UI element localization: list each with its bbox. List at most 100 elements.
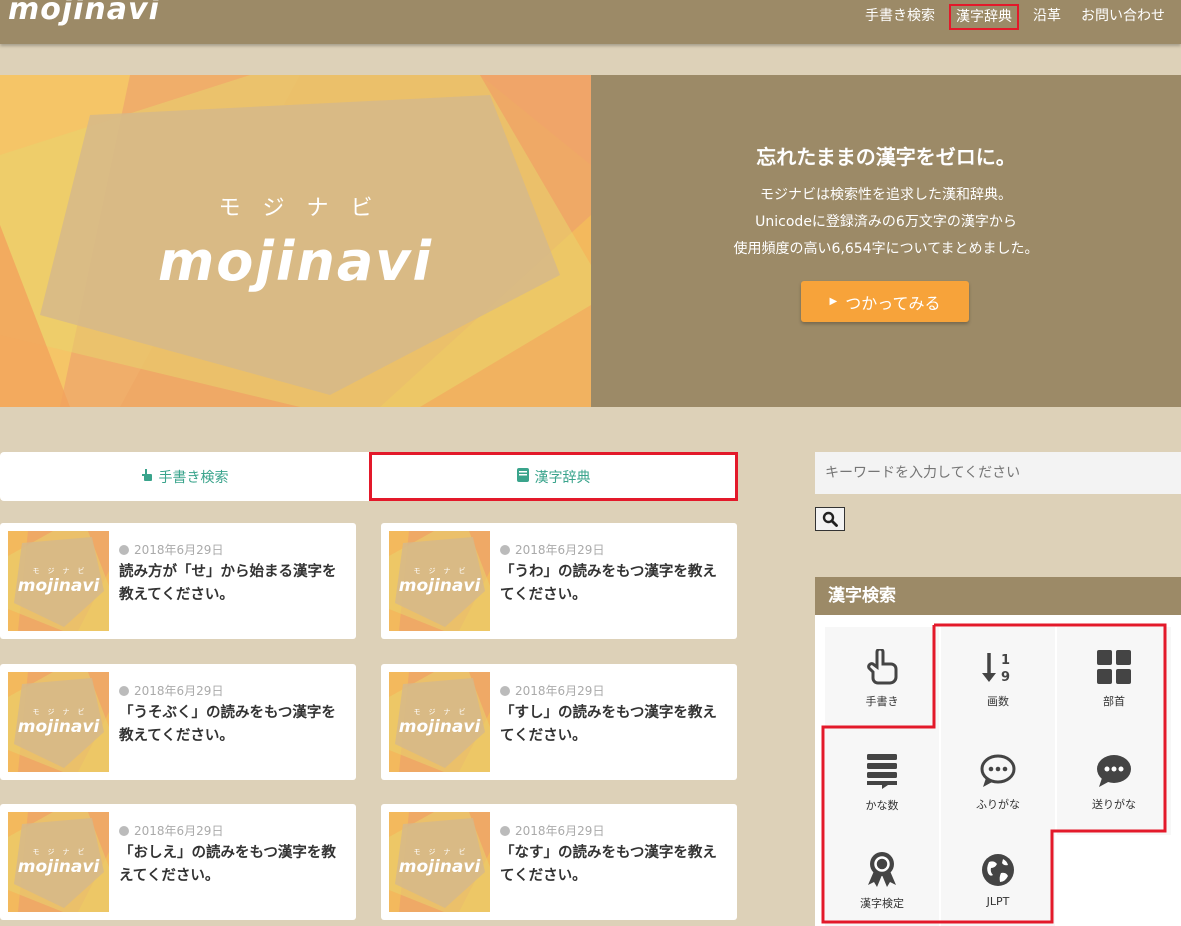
article-date: 2018年6月29日 <box>500 682 604 699</box>
kanji-search-widget: 手書き 1 9 画数 部首 かな数 ふりがな 送りがな 漢字検定 JLPT <box>815 615 1181 926</box>
pointing-hand-icon <box>867 649 898 685</box>
kanji-search-label: 送りがな <box>1092 798 1136 811</box>
article-date-text: 2018年6月29日 <box>515 543 605 557</box>
nav-kanji-dictionary[interactable]: 漢字辞典 <box>949 4 1019 30</box>
article-date-text: 2018年6月29日 <box>134 543 224 557</box>
kanji-search-kana-count-button[interactable]: かな数 <box>825 731 939 835</box>
thumb-kana: モジナビ <box>413 848 474 856</box>
svg-text:9: 9 <box>1001 670 1010 685</box>
kanji-search-label: 部首 <box>1103 695 1125 708</box>
article-date: 2018年6月29日 <box>500 541 604 558</box>
keyword-search-input[interactable] <box>815 452 1181 494</box>
thumb-kana: モジナビ <box>413 567 474 575</box>
play-triangle-icon: ▶ <box>829 296 838 307</box>
clock-icon <box>119 544 129 555</box>
hero-kana: モジナビ <box>218 195 395 221</box>
thumb-kana: モジナビ <box>32 708 93 716</box>
article-thumbnail: モジナビ mojinavi <box>8 812 109 912</box>
book-icon <box>516 467 529 486</box>
grid-icon <box>1097 650 1131 684</box>
thumb-kana: モジナビ <box>32 567 93 575</box>
clock-icon <box>500 685 510 696</box>
article-thumbnail: モジナビ mojinavi <box>389 672 490 772</box>
article-date: 2018年6月29日 <box>500 822 604 839</box>
thumb-logo: mojinavi <box>398 717 481 737</box>
clock-icon <box>119 685 129 696</box>
article-date-text: 2018年6月29日 <box>515 824 605 838</box>
article-card[interactable]: モジナビ mojinavi 2018年6月29日「すし」の読みをもつ漢字を教えてくだ… <box>381 664 737 780</box>
nav-contact[interactable]: お問い合わせ <box>1075 4 1171 30</box>
site-logo[interactable]: mojinavi <box>8 0 160 27</box>
clock-icon <box>500 544 510 555</box>
article-date-text: 2018年6月29日 <box>134 684 224 698</box>
article-thumbnail: モジナビ mojinavi <box>8 531 109 631</box>
hero-desc-line: 使用頻度の高い6,654字についてまとめました。 <box>733 241 1039 257</box>
speech-bubble-dots-icon <box>980 754 1016 787</box>
kanji-search-radical-button[interactable]: 部首 <box>1057 627 1171 731</box>
article-card[interactable]: モジナビ mojinavi 2018年6月29日「なす」の読みをもつ漢字を教えてくだ… <box>381 804 737 920</box>
article-card[interactable]: モジナビ mojinavi 2018年6月29日読み方が「せ」から始まる漢字を教えて… <box>0 523 356 639</box>
kanji-search-stroke-count-button[interactable]: 1 9 画数 <box>941 627 1055 731</box>
clock-icon <box>500 825 510 836</box>
search-icon <box>822 511 838 527</box>
hero-description: モジナビは検索性を追求した漢和辞典。 Unicodeに登録済みの6万文字の漢字か… <box>591 182 1181 263</box>
nav-handwriting-search[interactable]: 手書き検索 <box>859 4 941 30</box>
try-it-label: つかってみる <box>845 293 941 313</box>
kanji-search-furigana-button[interactable]: ふりがな <box>941 731 1055 835</box>
kanji-search-okurigana-button[interactable]: 送りがな <box>1057 731 1171 835</box>
svg-text:1: 1 <box>1001 653 1010 668</box>
hero-logo: mojinavi <box>158 229 433 293</box>
kanji-search-widget-title: 漢字検索 <box>815 577 1181 615</box>
content-tabs: 手書き検索 漢字辞典 <box>0 452 738 501</box>
kanji-search-jlpt-button[interactable]: JLPT <box>941 835 1055 926</box>
article-date: 2018年6月29日 <box>119 682 223 699</box>
article-title[interactable]: 「おしえ」の読みをもつ漢字を教えてください。 <box>119 842 349 888</box>
thumb-logo: mojinavi <box>17 576 100 596</box>
kanji-search-kanji-test-button[interactable]: 漢字検定 <box>825 835 939 926</box>
thumb-logo: mojinavi <box>398 576 481 596</box>
article-card[interactable]: モジナビ mojinavi 2018年6月29日「うそぶく」の読みをもつ漢字を教えて… <box>0 664 356 780</box>
hero-title: 忘れたままの漢字をゼロに。 <box>756 145 1016 169</box>
article-thumbnail: モジナビ mojinavi <box>389 812 490 912</box>
thumb-logo: mojinavi <box>398 857 481 877</box>
article-thumbnail: モジナビ mojinavi <box>8 672 109 772</box>
article-title[interactable]: 読み方が「せ」から始まる漢字を教えてください。 <box>119 561 349 607</box>
hero-logo-block: モジナビ mojinavi <box>0 75 591 407</box>
main-nav: 手書き検索 漢字辞典 沿革 お問い合わせ <box>851 4 1171 30</box>
kanji-search-handwriting-button[interactable]: 手書き <box>825 627 939 731</box>
nav-history[interactable]: 沿革 <box>1027 4 1067 30</box>
thumb-kana: モジナビ <box>413 708 474 716</box>
article-date-text: 2018年6月29日 <box>134 824 224 838</box>
sort-numeric-icon: 1 9 <box>982 653 1010 685</box>
tab-handwriting-search[interactable]: 手書き検索 <box>0 452 369 501</box>
kanji-search-label: 画数 <box>987 695 1009 708</box>
thumb-kana: モジナビ <box>32 848 93 856</box>
kanji-search-label: JLPT <box>986 895 1010 908</box>
article-title[interactable]: 「うそぶく」の読みをもつ漢字を教えてください。 <box>119 702 349 748</box>
clock-icon <box>119 825 129 836</box>
article-card[interactable]: モジナビ mojinavi 2018年6月29日「うわ」の読みをもつ漢字を教えてくだ… <box>381 523 737 639</box>
hero-intro: 忘れたままの漢字をゼロに。 モジナビは検索性を追求した漢和辞典。 Unicode… <box>591 75 1181 407</box>
article-title[interactable]: 「うわ」の読みをもつ漢字を教えてください。 <box>500 561 730 607</box>
kanji-search-label: ふりがな <box>976 798 1020 811</box>
article-date-text: 2018年6月29日 <box>515 684 605 698</box>
kanji-search-label: 漢字検定 <box>860 896 904 910</box>
tab-label: 漢字辞典 <box>534 469 591 486</box>
search-button[interactable] <box>815 507 845 531</box>
hero-desc-line: モジナビは検索性を追求した漢和辞典。 <box>760 187 1012 203</box>
kanji-search-label: かな数 <box>865 799 899 812</box>
article-title[interactable]: 「なす」の読みをもつ漢字を教えてください。 <box>500 842 730 888</box>
kanji-search-label: 手書き <box>865 695 899 708</box>
speech-bubble-dots-solid-icon <box>1097 755 1131 787</box>
article-thumbnail: モジナビ mojinavi <box>389 531 490 631</box>
thumb-logo: mojinavi <box>17 717 100 737</box>
try-it-button[interactable]: ▶ つかってみる <box>801 281 969 322</box>
tab-kanji-dictionary[interactable]: 漢字辞典 <box>369 452 738 501</box>
site-header: mojinavi 手書き検索 漢字辞典 沿革 お問い合わせ <box>0 0 1181 44</box>
tab-label: 手書き検索 <box>158 469 229 486</box>
globe-icon <box>982 854 1014 886</box>
article-title[interactable]: 「すし」の読みをもつ漢字を教えてください。 <box>500 702 730 748</box>
article-date: 2018年6月29日 <box>119 822 223 839</box>
article-card[interactable]: モジナビ mojinavi 2018年6月29日「おしえ」の読みをもつ漢字を教えてく… <box>0 804 356 920</box>
list-comment-icon <box>867 754 897 789</box>
